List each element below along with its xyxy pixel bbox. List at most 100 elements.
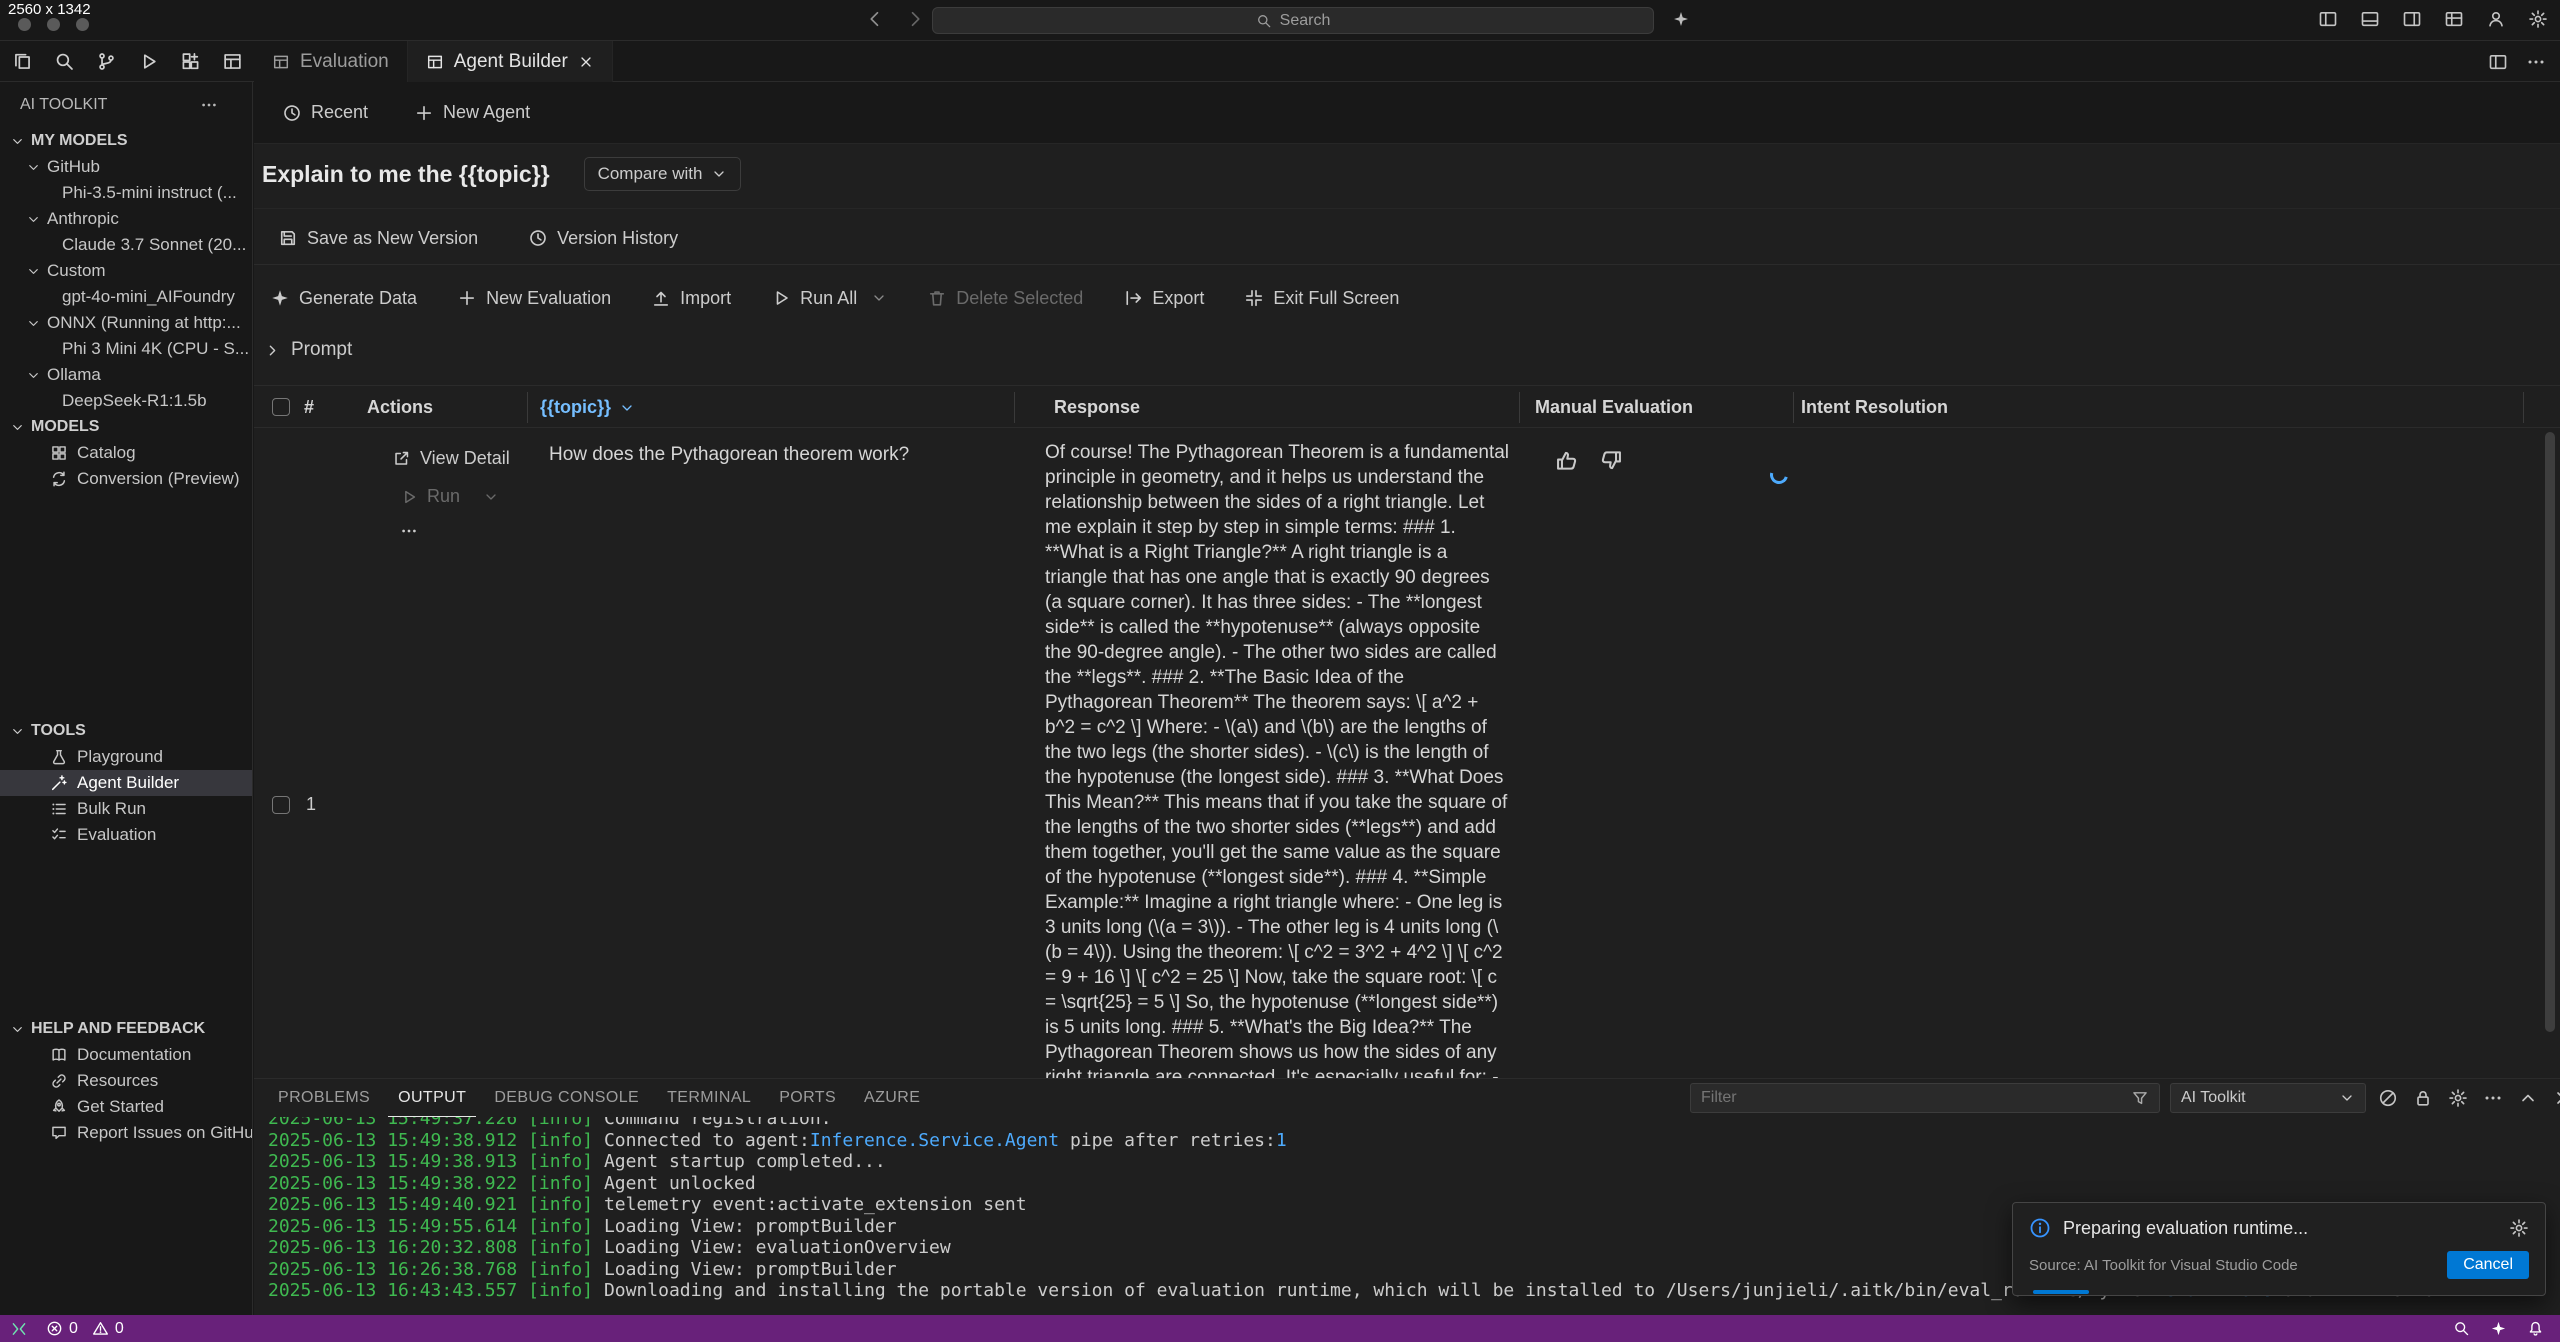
clear-output-icon[interactable] xyxy=(2378,1088,2398,1108)
sidebar-item-evaluation[interactable]: Evaluation xyxy=(0,822,252,848)
sidebar-item-conversion-preview[interactable]: Conversion (Preview) xyxy=(0,466,252,492)
zoom-status-icon[interactable] xyxy=(2453,1320,2470,1337)
zoom-window-button[interactable] xyxy=(76,18,89,31)
panel-tab-debug-console[interactable]: DEBUG CONSOLE xyxy=(484,1079,649,1117)
sidebar-item-anthropic[interactable]: Anthropic xyxy=(0,206,252,232)
notification-settings-gear-icon[interactable] xyxy=(2509,1218,2529,1238)
row-checkbox[interactable] xyxy=(272,796,290,814)
output-channel-select[interactable]: AI Toolkit xyxy=(2170,1083,2366,1113)
compare-with-label: Compare with xyxy=(598,164,703,184)
copilot-icon[interactable] xyxy=(1672,10,1690,28)
compare-with-button[interactable]: Compare with xyxy=(584,157,742,191)
prompt-section-toggle[interactable]: Prompt xyxy=(264,330,352,370)
section-tools[interactable]: TOOLS xyxy=(0,718,252,744)
sidebar-item-ollama[interactable]: Ollama xyxy=(0,362,252,388)
sidebar-item-get-started[interactable]: Get Started xyxy=(0,1094,252,1120)
run-all-dropdown-icon[interactable] xyxy=(871,290,887,306)
run-debug-icon[interactable] xyxy=(138,51,159,72)
tab-evaluation[interactable]: Evaluation xyxy=(254,41,408,82)
sidebar-item-deepseek-r1-1-5b[interactable]: DeepSeek-R1:1.5b xyxy=(0,388,252,414)
thumbs-up-icon[interactable] xyxy=(1554,448,1579,473)
panel-tab-azure[interactable]: AZURE xyxy=(854,1079,930,1117)
sidebar-item-resources[interactable]: Resources xyxy=(0,1068,252,1094)
sidebar-item-agent-builder[interactable]: Agent Builder xyxy=(0,770,252,796)
sidebar-item-claude-3-7-sonnet-20[interactable]: Claude 3.7 Sonnet (20... xyxy=(0,232,252,258)
run-all-button[interactable]: Run All xyxy=(771,288,857,309)
sidebar-item-bulk-run[interactable]: Bulk Run xyxy=(0,796,252,822)
search-icon[interactable] xyxy=(54,51,75,72)
close-window-button[interactable] xyxy=(18,18,31,31)
sidebar-item-label: Documentation xyxy=(77,1045,191,1065)
panel-tab-terminal[interactable]: TERMINAL xyxy=(657,1079,761,1117)
more-actions-icon[interactable] xyxy=(2526,52,2546,72)
remote-indicator[interactable] xyxy=(0,1315,38,1342)
problems-status[interactable]: 0 0 xyxy=(38,1315,140,1342)
copilot-status-icon[interactable] xyxy=(2490,1320,2507,1337)
settings-gear-icon[interactable] xyxy=(2448,1088,2468,1108)
minimize-window-button[interactable] xyxy=(47,18,60,31)
import-button[interactable]: Import xyxy=(651,288,731,309)
vertical-scrollbar[interactable] xyxy=(2545,432,2555,1032)
select-all-checkbox[interactable] xyxy=(272,398,290,416)
row-run-button[interactable]: Run xyxy=(400,486,499,507)
sidebar-item-phi-3-mini-4k-cpu-s[interactable]: Phi 3 Mini 4K (CPU - S... xyxy=(0,336,252,362)
account-icon[interactable] xyxy=(2486,9,2506,29)
search-box[interactable]: Search xyxy=(932,7,1654,34)
exit-full-screen-button[interactable]: Exit Full Screen xyxy=(1244,288,1399,309)
close-panel-icon[interactable] xyxy=(2553,1088,2560,1108)
close-panel-icon[interactable] xyxy=(578,54,594,70)
view-detail-button[interactable]: View Detail xyxy=(392,448,510,469)
editor-layout-icon[interactable] xyxy=(222,51,243,72)
generate-data-label: Generate Data xyxy=(299,288,417,309)
notification-source: Source: AI Toolkit for Visual Studio Cod… xyxy=(2029,1257,2447,1274)
section-models[interactable]: MODELS xyxy=(0,414,252,440)
filter-funnel-icon[interactable] xyxy=(2131,1089,2149,1107)
play-icon xyxy=(400,488,418,506)
thumbs-down-icon[interactable] xyxy=(1599,448,1624,473)
column-header-label: Manual Evaluation xyxy=(1535,397,1693,418)
settings-gear-icon[interactable] xyxy=(2528,9,2548,29)
lock-scroll-icon[interactable] xyxy=(2413,1088,2433,1108)
filter-input[interactable] xyxy=(1701,1089,2123,1107)
save-as-new-version-button[interactable]: Save as New Version xyxy=(278,228,478,249)
row-more-button[interactable] xyxy=(400,522,418,540)
sidebar-item-onnx-running-at-http[interactable]: ONNX (Running at http:... xyxy=(0,310,252,336)
toggle-secondary-sidebar-icon[interactable] xyxy=(2402,9,2422,29)
tab-agent-builder[interactable]: Agent Builder xyxy=(408,41,613,82)
sidebar-item-phi-3-5-mini-instruct[interactable]: Phi-3.5-mini instruct (... xyxy=(0,180,252,206)
sidebar-more-icon[interactable] xyxy=(200,96,218,114)
generate-data-button[interactable]: Generate Data xyxy=(270,288,417,309)
sidebar-item-playground[interactable]: Playground xyxy=(0,744,252,770)
maximize-panel-icon[interactable] xyxy=(2518,1088,2538,1108)
new-evaluation-button[interactable]: New Evaluation xyxy=(457,288,611,309)
cancel-button[interactable]: Cancel xyxy=(2447,1251,2529,1279)
export-button[interactable]: Export xyxy=(1123,288,1204,309)
panel-tab-output[interactable]: OUTPUT xyxy=(388,1079,476,1117)
files-icon[interactable] xyxy=(12,51,33,72)
recent-button[interactable]: Recent xyxy=(282,102,368,123)
split-editor-icon[interactable] xyxy=(2488,52,2508,72)
column-header-topic[interactable]: {{topic}} xyxy=(540,386,635,429)
panel-tab-ports[interactable]: PORTS xyxy=(769,1079,846,1117)
section-my-models[interactable]: MY MODELS xyxy=(0,128,252,154)
customize-layout-icon[interactable] xyxy=(2444,9,2464,29)
toggle-sidebar-icon[interactable] xyxy=(2318,9,2338,29)
version-history-button[interactable]: Version History xyxy=(528,228,678,249)
sidebar-item-gpt-4o-mini-aifoundry[interactable]: gpt-4o-mini_AIFoundry xyxy=(0,284,252,310)
delete-selected-button[interactable]: Delete Selected xyxy=(927,288,1083,309)
extensions-icon[interactable] xyxy=(180,51,201,72)
panel-tab-problems[interactable]: PROBLEMS xyxy=(268,1079,380,1117)
sidebar-item-report-issues-on-github[interactable]: Report Issues on GitHub xyxy=(0,1120,252,1146)
sidebar-item-custom[interactable]: Custom xyxy=(0,258,252,284)
notifications-bell-icon[interactable] xyxy=(2527,1320,2544,1337)
new-agent-button[interactable]: New Agent xyxy=(414,102,530,123)
sidebar-item-github[interactable]: GitHub xyxy=(0,154,252,180)
forward-icon[interactable] xyxy=(905,9,925,29)
toggle-panel-icon[interactable] xyxy=(2360,9,2380,29)
more-icon[interactable] xyxy=(2483,1088,2503,1108)
sidebar-item-documentation[interactable]: Documentation xyxy=(0,1042,252,1068)
back-icon[interactable] xyxy=(865,9,885,29)
section-help-and-feedback[interactable]: HELP AND FEEDBACK xyxy=(0,1016,252,1042)
source-control-icon[interactable] xyxy=(96,51,117,72)
sidebar-item-catalog[interactable]: Catalog xyxy=(0,440,252,466)
